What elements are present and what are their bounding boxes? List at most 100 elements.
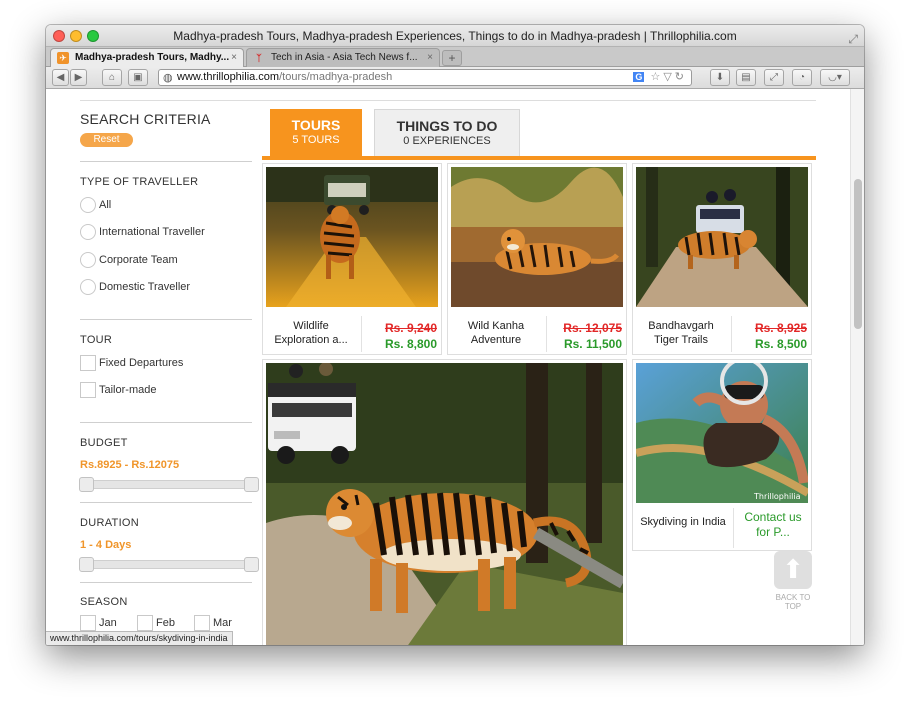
original-price: Rs. 9,240 xyxy=(363,321,437,335)
status-bar-url: www.thrillophilia.com/tours/skydiving-in… xyxy=(46,631,233,645)
up-arrow-icon[interactable]: ⬆ xyxy=(774,551,812,589)
techinasia-icon: ᛉ xyxy=(256,53,262,63)
browser-tab-thrillophilia[interactable]: ✈ Madhya-pradesh Tours, Madhy... × xyxy=(50,48,244,67)
contact-us-link[interactable]: Contact us for P... xyxy=(737,510,809,540)
budget-range: Rs.8925 - Rs.12075 xyxy=(80,459,180,471)
tour-card-wildlife-exploration[interactable]: Wildlife Exploration a... Rs. 9,240 Rs. … xyxy=(262,163,442,355)
duration-max-handle[interactable] xyxy=(244,557,259,572)
price-divider xyxy=(731,316,732,352)
tour-card-skydiving[interactable]: Thrillophilia Skydiving in India Contact… xyxy=(632,359,812,551)
back-to-top-label: BACK TO TOP xyxy=(775,593,811,611)
radio-button[interactable] xyxy=(80,252,96,269)
month-label: Mar xyxy=(213,616,232,629)
divider xyxy=(80,161,252,162)
page-content: SEARCH CRITERIA Reset TYPE OF TRAVELLER … xyxy=(46,89,864,645)
tab-tours-count: 5 TOURS xyxy=(292,134,340,146)
star-icon[interactable]: ☆ xyxy=(650,71,663,83)
close-tab-icon[interactable]: × xyxy=(231,49,237,67)
checkbox[interactable] xyxy=(80,355,96,372)
option-label: Fixed Departures xyxy=(99,357,184,369)
radio-button[interactable] xyxy=(80,224,96,241)
traveller-option-international[interactable]: International Traveller xyxy=(80,223,205,241)
pocket-icon[interactable]: ◡▾ xyxy=(820,69,850,86)
back-to-top-button[interactable]: ⬆ BACK TO TOP xyxy=(773,551,813,611)
traveller-option-all[interactable]: All xyxy=(80,196,111,214)
checkbox[interactable] xyxy=(194,615,210,631)
budget-slider[interactable] xyxy=(79,477,259,492)
tour-option-fixed-departures[interactable]: Fixed Departures xyxy=(80,354,183,372)
original-price: Rs. 12,075 xyxy=(548,321,622,335)
tour-option-tailor-made[interactable]: Tailor-made xyxy=(80,381,156,399)
tour-image-tiger-forest-road[interactable] xyxy=(266,167,438,307)
rss-icon[interactable]: ◔ xyxy=(792,69,812,86)
url-path: /tours/madhya-pradesh xyxy=(279,71,393,83)
traveller-option-corporate[interactable]: Corporate Team xyxy=(80,251,178,269)
browser-tab-strip: ✈ Madhya-pradesh Tours, Madhy... × ᛉ Tec… xyxy=(46,47,864,67)
checkbox[interactable] xyxy=(137,615,153,631)
expand-icon[interactable]: ⤢ xyxy=(764,69,784,86)
budget-max-handle[interactable] xyxy=(244,477,259,492)
globe-icon: ◍ xyxy=(163,72,173,84)
scrollbar-thumb[interactable] xyxy=(854,179,862,329)
tour-image-skydiving[interactable]: Thrillophilia xyxy=(636,363,808,503)
tour-name[interactable]: Wildlife Exploration a... xyxy=(265,319,357,347)
new-tab-button[interactable]: + xyxy=(442,50,462,66)
budget-min-handle[interactable] xyxy=(79,477,94,492)
radio-button[interactable] xyxy=(80,197,96,214)
tour-name[interactable]: Bandhavgarh Tiger Trails xyxy=(635,319,727,347)
original-price-value: Rs. 8,925 xyxy=(754,321,807,335)
forward-button[interactable]: ▶ xyxy=(70,69,87,86)
season-option-feb[interactable]: Feb xyxy=(137,615,194,631)
divider xyxy=(80,502,252,503)
season-option-jan[interactable]: Jan xyxy=(80,615,137,631)
url-host: www.thrillophilia.com xyxy=(177,71,280,83)
radio-button[interactable] xyxy=(80,279,96,296)
zoom-window-button[interactable] xyxy=(87,30,99,42)
shield-icon[interactable]: ▽ xyxy=(663,71,674,83)
google-icon[interactable]: G xyxy=(633,72,645,82)
divider xyxy=(80,422,252,423)
duration-slider[interactable] xyxy=(79,557,259,572)
browser-tab-techinasia[interactable]: ᛉ Tech in Asia - Asia Tech News f... × xyxy=(246,48,440,67)
tab-tours[interactable]: TOURS 5 TOURS xyxy=(270,109,362,157)
option-label: Tailor-made xyxy=(99,384,157,396)
checkbox[interactable] xyxy=(80,382,96,399)
tour-name[interactable]: Skydiving in India xyxy=(635,515,731,529)
vertical-scrollbar[interactable] xyxy=(850,89,864,645)
home-icon[interactable]: ⌂ xyxy=(102,69,122,86)
price-divider xyxy=(546,316,547,352)
price-divider xyxy=(361,316,362,352)
screenshot-icon[interactable]: ▣ xyxy=(128,69,148,86)
address-bar[interactable]: ◍ www.thrillophilia.com/tours/madhya-pra… xyxy=(158,69,692,86)
discounted-price: Rs. 8,800 xyxy=(384,337,437,351)
tabs-underline xyxy=(262,156,816,160)
download-icon[interactable]: ⬇ xyxy=(710,69,730,86)
close-tab-icon[interactable]: × xyxy=(427,49,433,67)
tour-card-bandhavgarh[interactable]: Bandhavgarh Tiger Trails Rs. 8,925 Rs. 8… xyxy=(632,163,812,355)
close-window-button[interactable] xyxy=(53,30,65,42)
option-label: Corporate Team xyxy=(99,254,178,266)
tab-things-to-do[interactable]: THINGS TO DO 0 EXPERIENCES xyxy=(374,109,520,157)
season-title: SEASON xyxy=(80,596,128,608)
library-icon[interactable]: ▤ xyxy=(736,69,756,86)
discounted-price: Rs. 11,500 xyxy=(563,337,622,351)
tour-card-wild-kanha[interactable]: Wild Kanha Adventure Rs. 12,075 Rs. 11,5… xyxy=(447,163,627,355)
traveller-option-domestic[interactable]: Domestic Traveller xyxy=(80,278,190,296)
tour-image-tiger-crossing-jeep[interactable] xyxy=(636,167,808,307)
tour-name[interactable]: Wild Kanha Adventure xyxy=(450,319,542,347)
featured-image-tiger-walking[interactable] xyxy=(266,363,623,645)
checkbox[interactable] xyxy=(80,615,96,631)
featured-tour-card[interactable] xyxy=(262,359,627,645)
reset-button[interactable]: Reset xyxy=(80,133,133,147)
browser-window: Madhya-pradesh Tours, Madhya-pradesh Exp… xyxy=(46,25,864,645)
duration-min-handle[interactable] xyxy=(79,557,94,572)
minimize-window-button[interactable] xyxy=(70,30,82,42)
tour-image-tiger-lying[interactable] xyxy=(451,167,623,307)
back-button[interactable]: ◀ xyxy=(52,69,69,86)
tab-things-label: THINGS TO DO xyxy=(396,118,498,134)
browser-tab-label: Tech in Asia - Asia Tech News f... xyxy=(271,52,418,63)
season-option-mar[interactable]: Mar xyxy=(194,615,251,631)
option-label: International Traveller xyxy=(99,226,205,238)
browser-tab-label: Madhya-pradesh Tours, Madhy... xyxy=(75,52,230,63)
reload-icon[interactable]: ↻ xyxy=(675,71,687,83)
